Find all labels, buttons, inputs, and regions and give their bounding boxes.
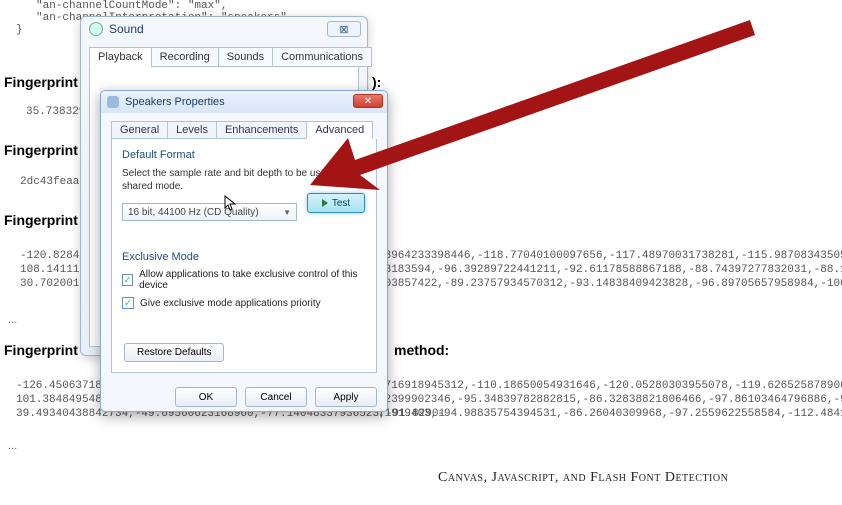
code-brace: } xyxy=(16,24,23,36)
value-line: 72399902346,-95.34839782882815,-86.32838… xyxy=(378,394,842,406)
fp-heading: Fingerprint xyxy=(4,342,78,358)
tab-enhancements[interactable]: Enhancements xyxy=(216,121,307,139)
speakers-icon xyxy=(107,96,119,108)
value-line: 13183594,-96.39289722441211,-92.61178588… xyxy=(378,264,842,276)
close-button[interactable]: ✕ xyxy=(353,94,383,108)
sample-rate-dropdown[interactable]: 16 bit, 44100 Hz (CD Quality) ▼ xyxy=(122,203,297,221)
tab-recording[interactable]: Recording xyxy=(151,47,219,67)
ellipsis: ... xyxy=(8,314,17,326)
tab-levels[interactable]: Levels xyxy=(167,121,217,139)
checkbox-label: Give exclusive mode applications priorit… xyxy=(140,298,321,309)
default-format-title: Default Format xyxy=(122,149,366,161)
checkbox-exclusive-priority[interactable]: ✓ xyxy=(122,297,134,309)
close-button[interactable]: ⊠ xyxy=(327,21,361,37)
fp-heading-suffix: method: xyxy=(394,342,449,358)
fp-heading: Fingerprint xyxy=(4,212,78,228)
value-line: 1716918945312,-110.18650054931646,-120.0… xyxy=(378,380,842,392)
restore-defaults-button[interactable]: Restore Defaults xyxy=(124,343,224,362)
apply-button[interactable]: Apply xyxy=(315,387,377,407)
fp-heading: Fingerprint xyxy=(4,74,78,90)
ellipsis: ... xyxy=(8,440,17,452)
speakers-properties-window: Speakers Properties ✕ General Levels Enh… xyxy=(100,90,388,412)
tab-advanced[interactable]: Advanced xyxy=(306,121,373,139)
exclusive-mode-title: Exclusive Mode xyxy=(122,251,366,263)
code-line: "an-channelCountMode": "max", xyxy=(36,0,227,12)
sound-icon xyxy=(89,22,103,36)
speakers-title: Speakers Properties xyxy=(125,96,225,108)
play-icon xyxy=(322,199,328,207)
cancel-button[interactable]: Cancel xyxy=(245,387,307,407)
value-line: 108.141113 xyxy=(20,264,86,276)
fp-heading: Fingerprint xyxy=(4,142,78,158)
tab-playback[interactable]: Playback xyxy=(89,47,152,67)
canvas-heading: Canvas, Javascript, and Flash Font Detec… xyxy=(438,470,728,486)
sound-title-text: Sound xyxy=(109,22,144,36)
value-line: 30.7020015 xyxy=(20,278,86,290)
checkbox-label: Allow applications to take exclusive con… xyxy=(139,269,366,291)
checkbox-exclusive-control[interactable]: ✓ xyxy=(122,274,133,286)
value-line: 2dc43feaa1 xyxy=(20,176,86,188)
value-line: 71919403,-94.98835754394531,-86.26040309… xyxy=(378,408,842,420)
dropdown-value: 16 bit, 44100 Hz (CD Quality) xyxy=(128,207,259,218)
value-line: -120.82844 xyxy=(20,250,86,262)
default-format-desc: Select the sample rate and bit depth to … xyxy=(122,167,366,193)
value-line: -126.45063718 xyxy=(16,380,102,392)
fp-heading-suffix: ): xyxy=(372,74,381,90)
value-line: 703857422,-89.23757934570312,-93.1483840… xyxy=(378,278,842,290)
value-line: 28964233398446,-118.77040100097656,-117.… xyxy=(378,250,842,262)
chevron-down-icon: ▼ xyxy=(283,208,291,217)
ok-button[interactable]: OK xyxy=(175,387,237,407)
tab-general[interactable]: General xyxy=(111,121,168,139)
test-button[interactable]: Test xyxy=(307,193,365,213)
tab-communications[interactable]: Communications xyxy=(272,47,372,67)
tab-sounds[interactable]: Sounds xyxy=(218,47,273,67)
